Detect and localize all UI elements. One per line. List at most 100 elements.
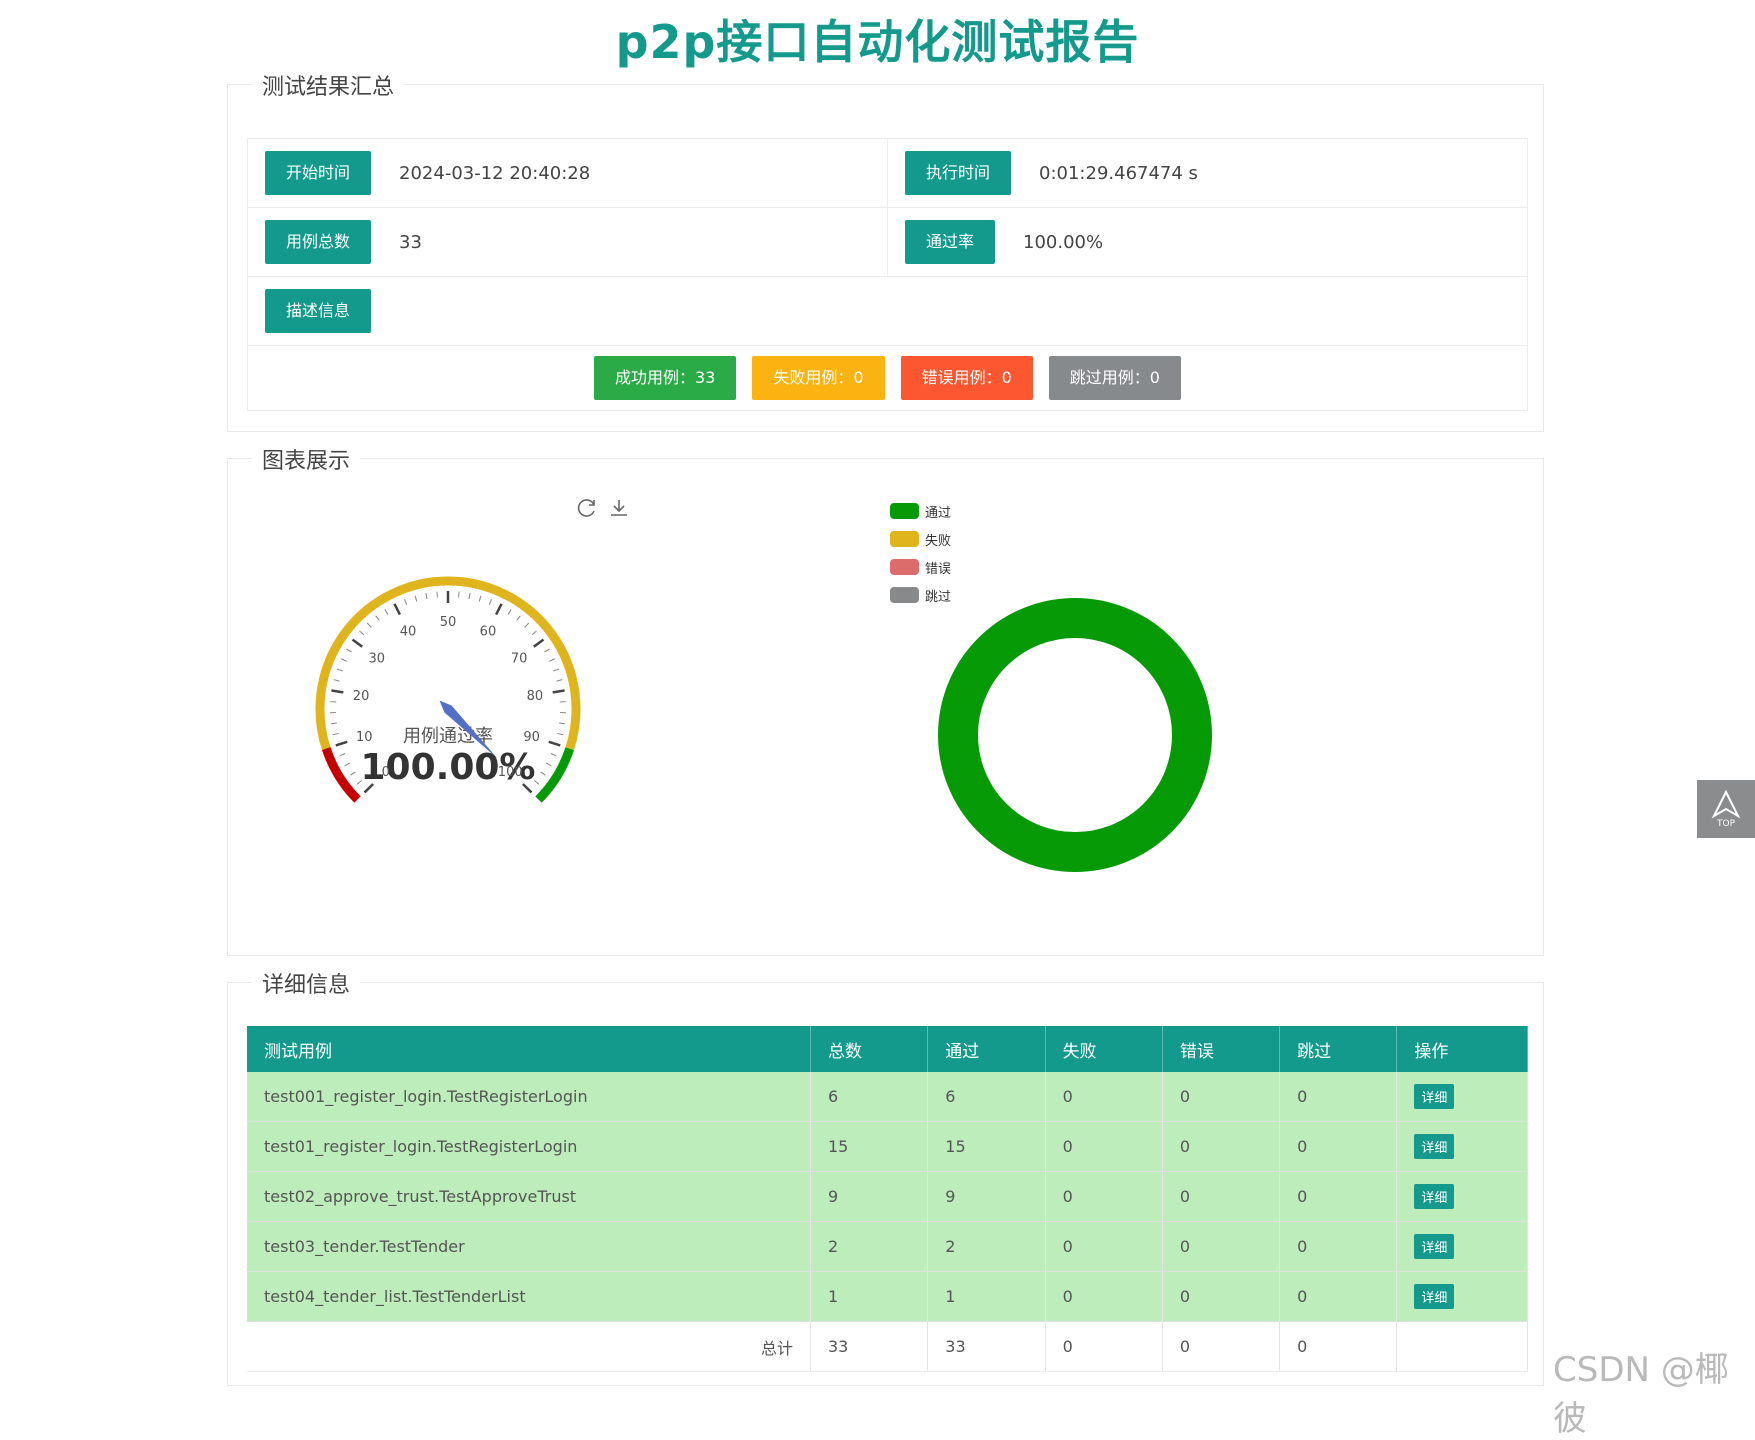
- gauge-tick: [534, 640, 544, 647]
- cell-pass: 15: [928, 1122, 1045, 1172]
- cell-skip: 0: [1280, 1072, 1397, 1122]
- gauge-tick: [331, 723, 337, 724]
- cell-test-case: test001_register_login.TestRegisterLogin: [247, 1072, 811, 1122]
- gauge-tick: [340, 753, 346, 755]
- detail-button[interactable]: 详细: [1414, 1184, 1454, 1209]
- table-row: test001_register_login.TestRegisterLogin…: [247, 1072, 1528, 1122]
- table-header-row: 测试用例 总数 通过 失败 错误 跳过 操作: [247, 1026, 1528, 1072]
- cell-pass: 9: [928, 1172, 1045, 1222]
- pass-rate-label: 通过率: [905, 220, 995, 264]
- table-row: test02_approve_trust.TestApproveTrust 9 …: [247, 1172, 1528, 1222]
- summary-legend: 测试结果汇总: [252, 69, 404, 101]
- start-time-label: 开始时间: [265, 151, 371, 195]
- charts-legend: 图表展示: [252, 443, 360, 475]
- cell-skip: 0: [1280, 1272, 1397, 1322]
- detail-button[interactable]: 详细: [1414, 1234, 1454, 1259]
- donut-slice-0[interactable]: [958, 618, 1192, 852]
- legend-item-pass[interactable]: 通过: [890, 497, 951, 525]
- cell-pass: 1: [928, 1272, 1045, 1322]
- gauge-tick: [353, 640, 363, 647]
- gauge-tick-label: 50: [440, 615, 457, 630]
- total-label: 总计: [247, 1322, 811, 1372]
- legend-item-fail[interactable]: 失败: [890, 525, 951, 553]
- gauge-tick: [551, 753, 557, 755]
- watermark: CSDN @椰彼: [1553, 1342, 1755, 1440]
- detail-section: 详细信息 测试用例 总数 通过 失败 错误 跳过 操作 test001_regi…: [227, 982, 1544, 1386]
- gauge-tick: [469, 593, 470, 599]
- error-count-badge[interactable]: 错误用例：0: [901, 356, 1033, 400]
- svg-text:TOP: TOP: [1716, 819, 1736, 829]
- skip-count-badge[interactable]: 跳过用例：0: [1049, 356, 1181, 400]
- gauge-tick-label: 20: [353, 689, 370, 704]
- gauge-tick: [553, 691, 565, 693]
- duration-value: 0:01:29.467474 s: [1039, 163, 1198, 184]
- table-row: test03_tender.TestTender 2 2 0 0 0 详细: [247, 1222, 1528, 1272]
- refresh-icon[interactable]: [576, 497, 598, 519]
- gauge-tick: [376, 616, 380, 621]
- detail-button[interactable]: 详细: [1414, 1084, 1454, 1109]
- gauge-tick: [437, 592, 438, 598]
- cell-action: 详细: [1397, 1122, 1528, 1172]
- cell-total: 1: [811, 1272, 928, 1322]
- gauge-tick-label: 90: [523, 730, 540, 745]
- cell-action: 详细: [1397, 1272, 1528, 1322]
- gauge-tick: [479, 596, 481, 602]
- total-row: 总计 33 33 0 0 0: [247, 1322, 1528, 1372]
- summary-table: 开始时间 2024-03-12 20:40:28 执行时间 0:01:29.46…: [247, 138, 1528, 411]
- gauge-tick-label: 100: [498, 765, 523, 780]
- gauge-tick: [517, 616, 521, 621]
- cell-pass: 6: [928, 1072, 1045, 1122]
- gauge-tick: [331, 691, 343, 693]
- cell-action: 详细: [1397, 1172, 1528, 1222]
- cell-total: 2: [811, 1222, 928, 1272]
- detail-button[interactable]: 详细: [1414, 1134, 1454, 1159]
- legend-item-error[interactable]: 错误: [890, 553, 951, 581]
- gauge-tick-label: 10: [356, 730, 373, 745]
- col-test-case: 测试用例: [247, 1026, 811, 1072]
- cell-test-case: test01_register_login.TestRegisterLogin: [247, 1122, 811, 1172]
- download-icon[interactable]: [608, 497, 630, 519]
- table-row: test04_tender_list.TestTenderList 1 1 0 …: [247, 1272, 1528, 1322]
- cell-total: 9: [811, 1172, 928, 1222]
- gauge-tick: [489, 599, 491, 605]
- detail-button[interactable]: 详细: [1414, 1284, 1454, 1309]
- cell-test-case: test02_approve_trust.TestApproveTrust: [247, 1172, 811, 1222]
- gauge-tick: [367, 623, 371, 627]
- gauge-tick: [508, 609, 511, 614]
- cell-fail: 0: [1045, 1172, 1162, 1222]
- gauge-tick-label: 80: [527, 689, 544, 704]
- page-title: p2p接口自动化测试报告: [0, 6, 1755, 72]
- cell-fail: 0: [1045, 1222, 1162, 1272]
- charts-section: 图表展示 用例通过率 100.00% 010203040506070809010…: [227, 458, 1544, 956]
- gauge-tick: [405, 599, 407, 605]
- gauge-tick: [359, 631, 364, 635]
- cell-action: 详细: [1397, 1222, 1528, 1272]
- donut-chart: [925, 585, 1225, 885]
- gauge-tick: [334, 680, 340, 681]
- fail-count-badge[interactable]: 失败用例：0: [752, 356, 884, 400]
- gauge-tick: [350, 772, 355, 775]
- col-total: 总数: [811, 1026, 928, 1072]
- cell-skip: 0: [1280, 1122, 1397, 1172]
- gauge-tick: [333, 733, 339, 734]
- col-pass: 通过: [928, 1026, 1045, 1072]
- pass-count-badge[interactable]: 成功用例：33: [594, 356, 736, 400]
- back-to-top-button[interactable]: TOP: [1697, 780, 1755, 838]
- gauge-tick-label: 30: [369, 651, 386, 666]
- cell-error: 0: [1162, 1122, 1279, 1172]
- total-cases-label: 用例总数: [265, 220, 371, 264]
- gauge-tick: [544, 649, 549, 652]
- gauge-tick: [415, 596, 417, 602]
- cell-test-case: test03_tender.TestTender: [247, 1222, 811, 1272]
- gauge-tick-label: 40: [400, 625, 417, 640]
- detail-legend: 详细信息: [252, 967, 360, 999]
- gauge-band-1: [320, 581, 576, 749]
- cell-error: 0: [1162, 1222, 1279, 1272]
- gauge-tick: [459, 592, 460, 598]
- gauge-tick: [496, 604, 501, 615]
- total-error: 0: [1162, 1322, 1279, 1372]
- gauge-tick: [549, 659, 554, 662]
- total-skip: 0: [1280, 1322, 1397, 1372]
- cell-total: 15: [811, 1122, 928, 1172]
- gauge-tick-label: 60: [480, 625, 497, 640]
